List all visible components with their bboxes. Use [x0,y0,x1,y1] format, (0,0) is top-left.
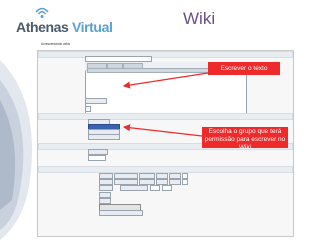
callout-group-permission: Escolha o grupo que terá permissão para … [202,127,288,151]
slide: Athenas Virtual Wiki Acrescentando wikis [0,0,320,240]
logo-text-part1: Athenas [16,19,72,35]
path-indicator [85,98,107,104]
page-title: Wiki [183,9,216,28]
grade-item-select[interactable] [120,185,148,191]
section-wiki[interactable] [38,113,293,120]
grade-min-input[interactable] [150,185,160,191]
grade-condition-select[interactable] [99,185,113,191]
add-wiki-label: Acrescentando wikis [41,42,71,46]
logo-wifi-icon [35,7,49,18]
group-option-3[interactable] [88,134,120,140]
logo-text-part2: Virtual [71,19,113,35]
id-number-input[interactable] [88,155,106,161]
until-enable-checkbox[interactable] [182,179,188,185]
before-available-select[interactable] [99,210,143,216]
grade-max-input[interactable] [162,185,172,191]
section-restrict-access[interactable] [38,166,293,173]
display-description-checkbox[interactable] [85,106,91,112]
section-general[interactable] [38,51,293,58]
add-wiki-link[interactable]: Acrescentando wikis [41,42,70,46]
logo: Athenas Virtual [16,19,113,35]
callout-write-text: Escrever o texto [208,62,280,75]
